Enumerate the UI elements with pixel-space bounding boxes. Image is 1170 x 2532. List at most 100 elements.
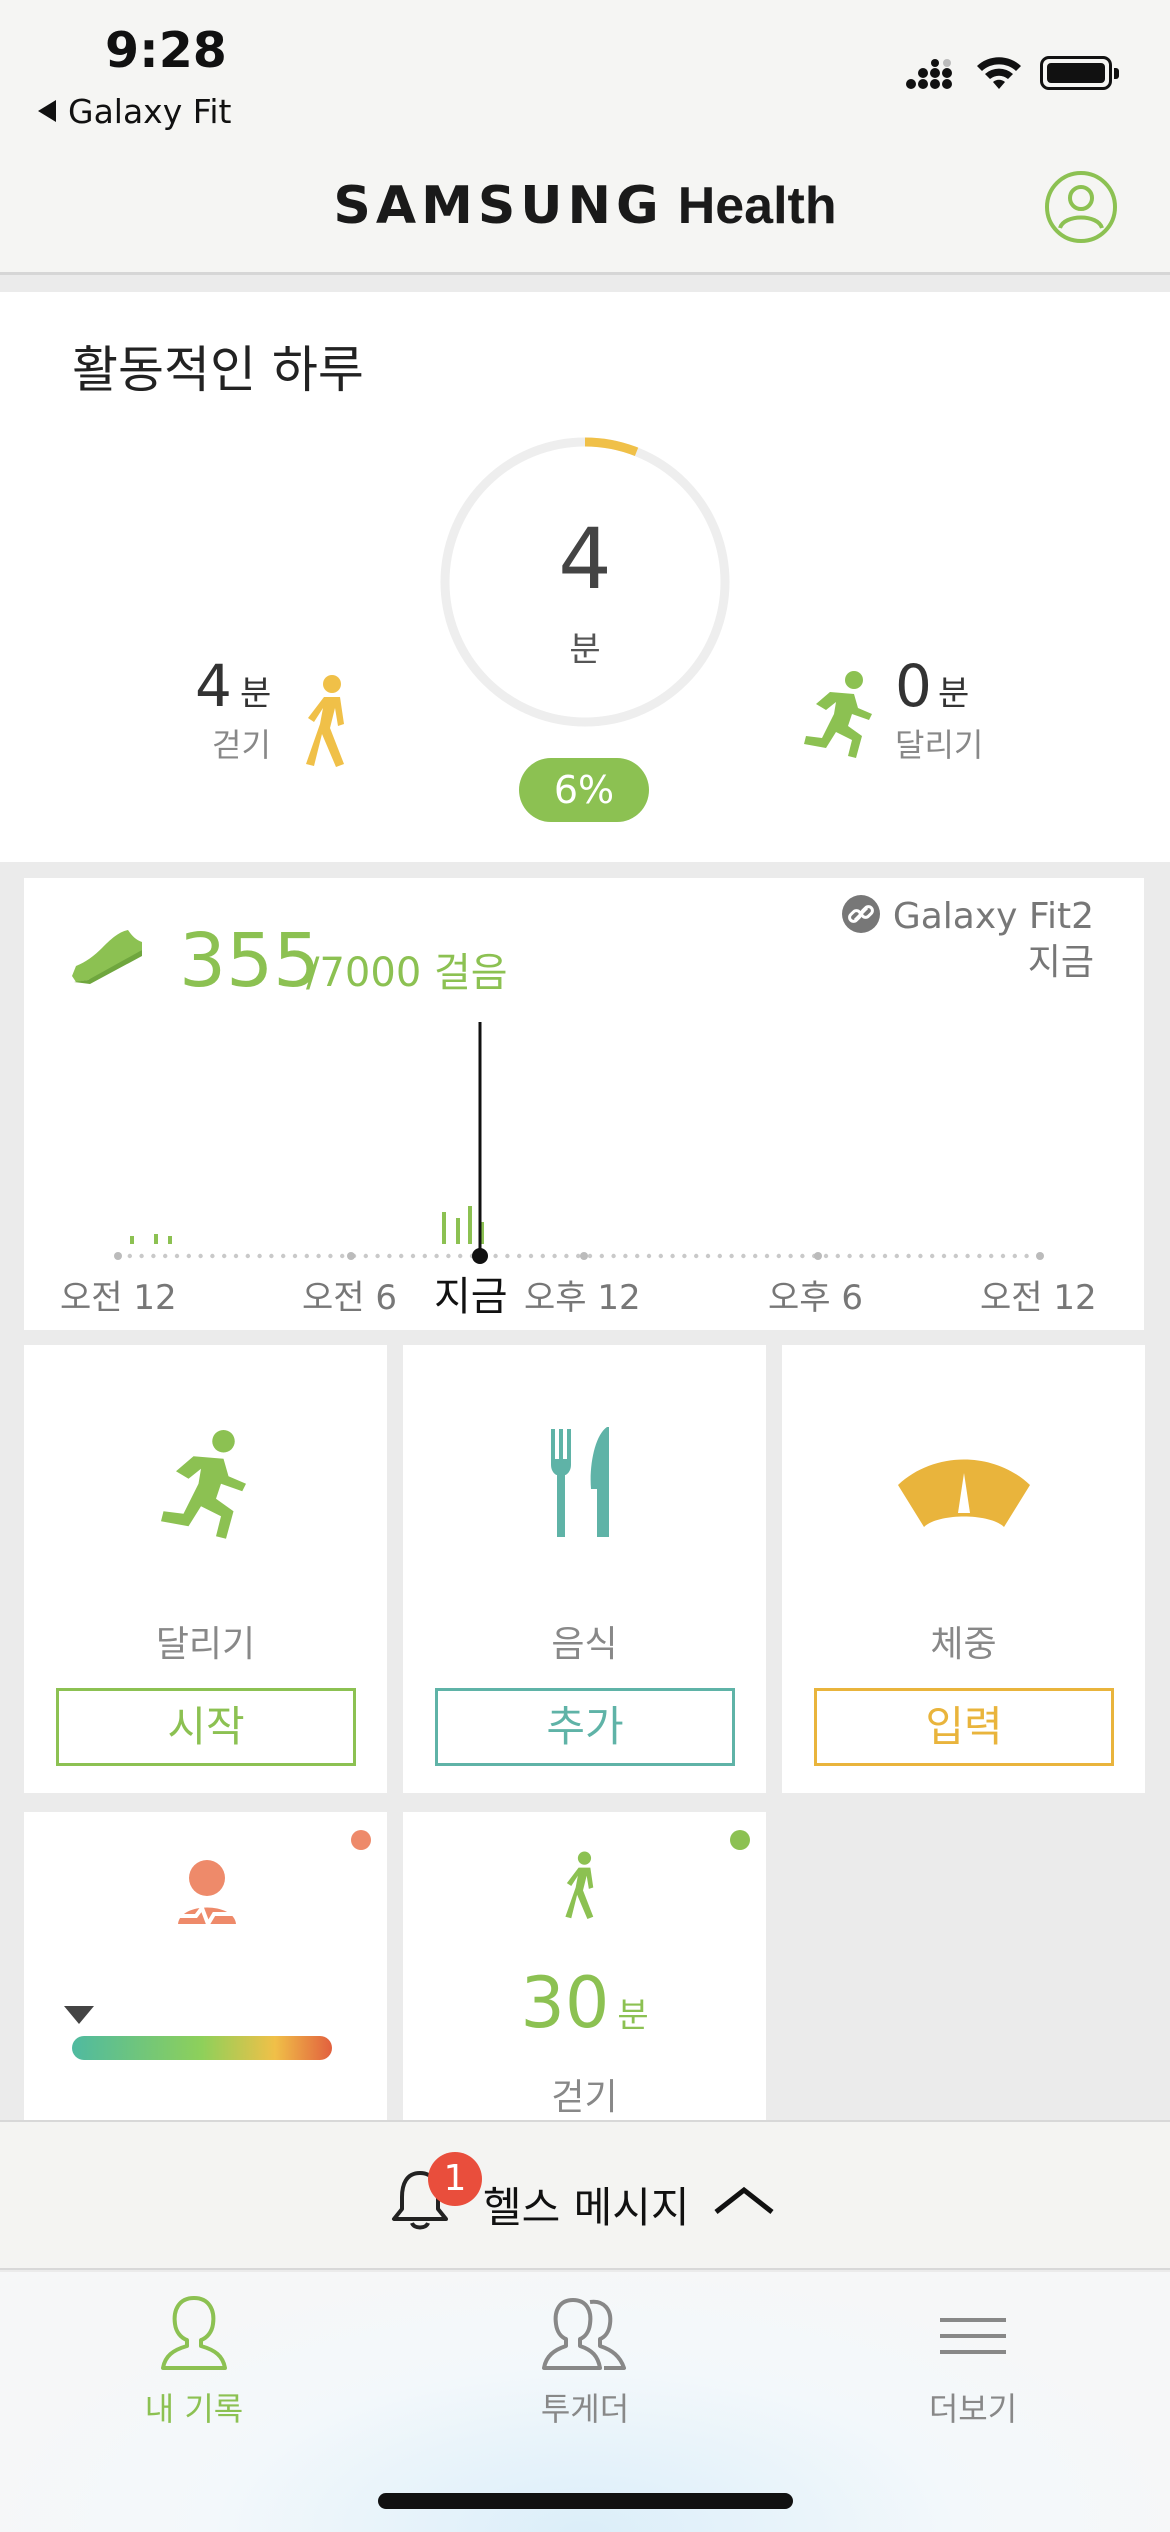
- timeline-dot: [800, 1253, 805, 1259]
- timeline-major-dot: [814, 1252, 822, 1260]
- timeline-dot: [776, 1253, 781, 1259]
- walk-goal-label: 걷기: [551, 2077, 618, 2118]
- timeline-dot: [446, 1253, 451, 1259]
- axis-label-noon: 오후 12: [524, 1278, 641, 1318]
- back-triangle-icon: [38, 100, 56, 122]
- add-food-button[interactable]: 추가: [435, 1688, 735, 1766]
- timeline-dot: [965, 1253, 970, 1259]
- timeline-dot: [552, 1253, 557, 1259]
- stress-gauge: [64, 2006, 332, 2060]
- timeline-dot: [823, 1253, 829, 1259]
- timeline-dot: [835, 1253, 840, 1259]
- scale-icon: [897, 1459, 1030, 1527]
- walk-goal-unit: 분: [617, 1996, 649, 2036]
- nav-more[interactable]: 더보기: [853, 2292, 1093, 2430]
- timeline-dot: [717, 1253, 722, 1259]
- person-circle-icon[interactable]: [1042, 168, 1120, 246]
- back-app-label: Galaxy Fit: [68, 92, 232, 131]
- run-label: 달리기: [895, 726, 984, 764]
- status-dot: [351, 1830, 371, 1850]
- active-day-card[interactable]: 활동적인 하루 4 분 6% 4 분 걷기 0 분 달리기: [0, 292, 1170, 862]
- health-messages-label: 헬스 메시지: [483, 2183, 690, 2232]
- timeline-dot: [989, 1253, 994, 1259]
- timeline-dot: [163, 1253, 168, 1259]
- tile-walking[interactable]: 30 분 걷기: [403, 1812, 766, 2122]
- timeline-dot: [316, 1253, 321, 1259]
- timeline-dot: [458, 1253, 463, 1259]
- timeline-dot: [210, 1253, 215, 1259]
- timeline-dot: [399, 1253, 404, 1259]
- timeline-dot: [859, 1253, 864, 1259]
- health-messages-bar[interactable]: 1 헬스 메시지: [0, 2120, 1170, 2270]
- nav-together[interactable]: 투게더: [465, 2292, 705, 2430]
- timeline-dot: [493, 1253, 498, 1259]
- active-minutes-value: 4: [558, 510, 612, 608]
- walking-person-icon: [306, 675, 344, 767]
- walk-goal-value: 30 분: [403, 1962, 766, 2044]
- timeline-dot: [682, 1253, 687, 1259]
- home-indicator[interactable]: [378, 2493, 793, 2509]
- walk-label: 걷기: [212, 726, 271, 764]
- steps-timeline-chart: [114, 1022, 1044, 1264]
- timeline-dot: [1012, 1253, 1017, 1259]
- timeline-dot: [198, 1253, 203, 1259]
- cellular-signal-icon: [906, 59, 952, 89]
- timeline-dot: [304, 1253, 309, 1259]
- timeline-dot: [694, 1253, 699, 1259]
- timeline-dot: [646, 1253, 652, 1259]
- axis-label-now: 지금: [434, 1274, 508, 1320]
- status-bar: 9:28 Galaxy Fit: [0, 0, 1170, 140]
- timeline-dot: [930, 1253, 935, 1259]
- tile-weight[interactable]: 체중 입력: [782, 1345, 1145, 1793]
- timeline-dot: [587, 1253, 593, 1259]
- wifi-icon: [977, 57, 1021, 89]
- steps-card[interactable]: 355 /7000 걸음 Galaxy Fit2 지금 오전 12 오전 6 지…: [24, 878, 1144, 1330]
- timeline-dot: [505, 1253, 510, 1259]
- timeline-dot: [977, 1253, 982, 1259]
- timeline-dot: [387, 1253, 392, 1259]
- tile-stress[interactable]: [24, 1812, 387, 2122]
- now-marker-dot: [472, 1248, 488, 1264]
- run-minutes-value: 0: [895, 652, 932, 720]
- timeline-dot: [729, 1253, 734, 1259]
- timeline-dot: [245, 1253, 250, 1259]
- timeline-dot: [540, 1253, 545, 1259]
- step-bar: [154, 1234, 158, 1244]
- status-time: 9:28: [105, 22, 227, 79]
- tile-label: 체중: [930, 1624, 997, 1665]
- fork-knife-icon: [550, 1427, 609, 1537]
- timeline-dot: [186, 1253, 191, 1259]
- timeline-dot: [151, 1253, 156, 1259]
- timeline-major-dot: [347, 1252, 355, 1260]
- tile-running[interactable]: 달리기 시작: [24, 1345, 387, 1793]
- running-icon: [160, 1430, 246, 1539]
- run-minutes-unit: 분: [938, 674, 970, 714]
- timeline-dot: [611, 1253, 616, 1259]
- axis-label-6pm: 오후 6: [768, 1278, 863, 1318]
- timeline-dot: [705, 1253, 711, 1259]
- timeline-dot: [753, 1253, 758, 1259]
- timeline-dot: [375, 1253, 380, 1259]
- nav-my-records[interactable]: 내 기록: [74, 2292, 314, 2430]
- step-bar: [468, 1206, 472, 1244]
- status-dot: [730, 1830, 750, 1850]
- two-people-icon: [542, 2298, 626, 2370]
- timeline-dot: [599, 1253, 604, 1259]
- tile-food[interactable]: 음식 추가: [403, 1345, 766, 1793]
- walk-minutes-value: 4: [195, 652, 232, 720]
- timeline-dot: [847, 1253, 852, 1259]
- back-to-app-link[interactable]: Galaxy Fit: [38, 92, 231, 131]
- timeline-major-dot: [114, 1252, 122, 1260]
- timeline-dot: [564, 1253, 569, 1259]
- timeline-dot: [269, 1253, 274, 1259]
- step-bar: [168, 1236, 172, 1244]
- enter-weight-button[interactable]: 입력: [814, 1688, 1114, 1766]
- walk-minutes-unit: 분: [240, 674, 272, 714]
- step-bar: [456, 1218, 460, 1244]
- start-running-button[interactable]: 시작: [56, 1688, 356, 1766]
- timeline-dot: [174, 1253, 180, 1259]
- chevron-up-icon[interactable]: [712, 2182, 776, 2218]
- timeline-dot: [941, 1253, 947, 1259]
- walking-person-icon: [565, 1851, 594, 1919]
- timeline-dot: [894, 1253, 899, 1259]
